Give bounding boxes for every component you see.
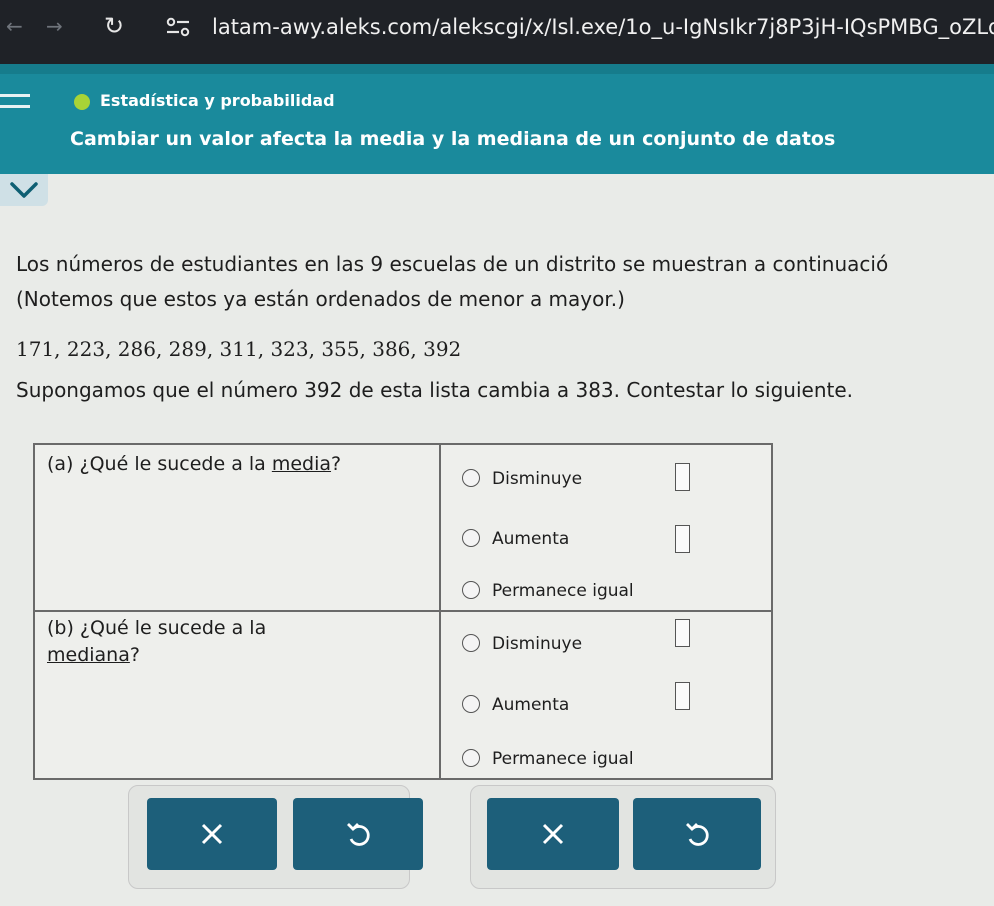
subject-status-dot [74, 94, 90, 110]
mediana-link[interactable]: mediana [47, 644, 130, 666]
close-icon [542, 823, 564, 845]
table-divider-horizontal [35, 610, 771, 612]
radio-b-aumenta[interactable] [462, 695, 480, 713]
radio-a-permanece[interactable] [462, 581, 480, 599]
chevron-down-icon [10, 182, 38, 198]
question-a: (a) ¿Qué le sucede a la media? [47, 451, 437, 478]
question-b: (b) ¿Qué le sucede a la mediana? [47, 615, 427, 669]
close-icon [201, 823, 223, 845]
answer-box-a-aumenta[interactable] [675, 525, 690, 553]
option-label: Permanece igual [492, 581, 634, 601]
question-b-suffix: ? [129, 644, 140, 666]
hamburger-menu-icon[interactable] [0, 94, 30, 120]
answer-box-b-disminuye[interactable] [675, 619, 690, 647]
clear-button-b[interactable] [487, 798, 619, 870]
browser-toolbar: ← → ↻ latam-awy.aleks.com/alekscgi/x/Isl… [0, 0, 994, 64]
back-arrow-icon[interactable]: ← [6, 14, 30, 38]
undo-button-a[interactable] [293, 798, 423, 870]
option-label: Permanece igual [492, 749, 634, 769]
answer-box-b-aumenta[interactable] [675, 682, 690, 710]
problem-intro: Los números de estudiantes en las 9 escu… [16, 252, 889, 276]
button-group-b [470, 785, 776, 889]
lesson-title: Cambiar un valor afecta la media y la me… [70, 128, 836, 150]
site-info-tune-icon[interactable] [165, 16, 191, 38]
data-values: 171, 223, 286, 289, 311, 323, 355, 386, … [16, 337, 462, 361]
reload-icon[interactable]: ↻ [104, 12, 132, 40]
clear-button-a[interactable] [147, 798, 277, 870]
answer-table: (a) ¿Qué le sucede a la media? Disminuye… [33, 443, 773, 780]
radio-b-disminuye[interactable] [462, 634, 480, 652]
header-band [0, 64, 994, 74]
problem-note: (Notemos que estos ya están ordenados de… [16, 287, 625, 311]
button-group-a [128, 785, 423, 889]
subject-label: Estadística y probabilidad [100, 91, 335, 110]
undo-button-b[interactable] [633, 798, 761, 870]
forward-arrow-icon[interactable]: → [46, 14, 70, 38]
option-label: Aumenta [492, 529, 570, 549]
question-a-suffix: ? [331, 453, 342, 475]
media-link[interactable]: media [272, 453, 331, 475]
undo-icon [686, 823, 709, 846]
address-bar-url[interactable]: latam-awy.aleks.com/alekscgi/x/Isl.exe/1… [212, 14, 994, 40]
undo-icon [347, 823, 370, 846]
option-label: Aumenta [492, 695, 570, 715]
question-b-prefix: (b) ¿Qué le sucede a la [47, 617, 267, 639]
course-header [0, 64, 994, 174]
expand-tab[interactable] [0, 174, 48, 206]
problem-instruction: Supongamos que el número 392 de esta lis… [16, 378, 854, 402]
question-a-prefix: (a) ¿Qué le sucede a la [47, 453, 272, 475]
option-label: Disminuye [492, 634, 583, 654]
radio-a-aumenta[interactable] [462, 529, 480, 547]
radio-a-disminuye[interactable] [462, 469, 480, 487]
option-label: Disminuye [492, 469, 583, 489]
answer-box-a-disminuye[interactable] [675, 463, 690, 491]
radio-b-permanece[interactable] [462, 749, 480, 767]
